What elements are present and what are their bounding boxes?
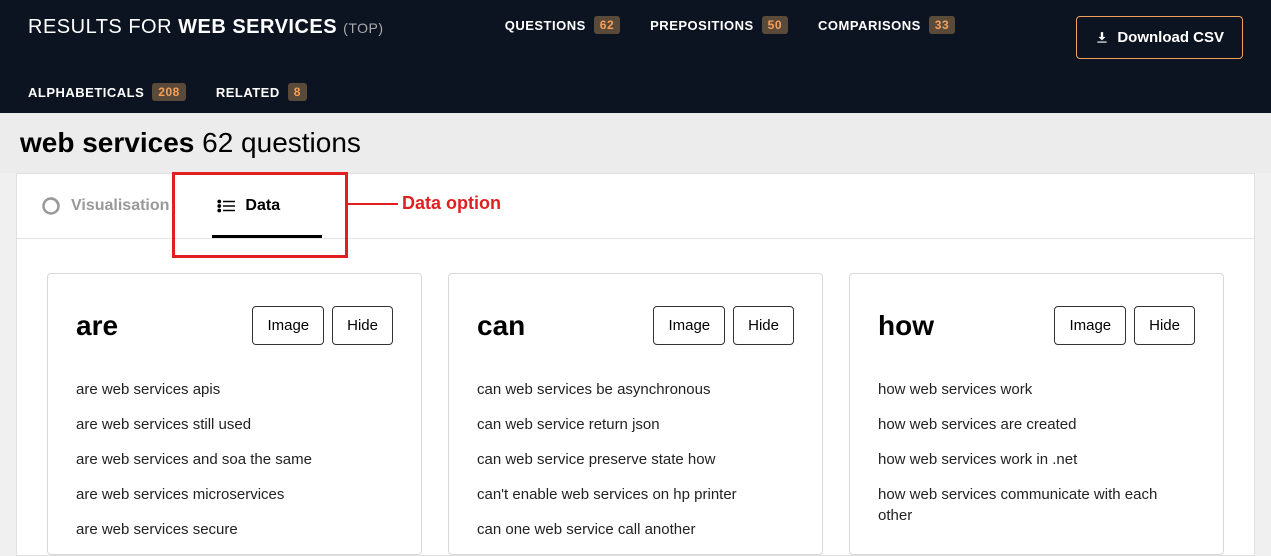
annotation-line	[348, 203, 398, 205]
list-item[interactable]: can one web service call another	[477, 519, 794, 540]
nav-tab-related[interactable]: RELATED 8	[216, 83, 307, 101]
download-csv-button[interactable]: Download CSV	[1076, 16, 1243, 59]
hide-button[interactable]: Hide	[1134, 306, 1195, 345]
card-title: how	[878, 310, 934, 342]
badge-comparisons: 33	[929, 16, 955, 34]
card-are: are Image Hide are web services apis are…	[47, 273, 422, 555]
badge-alphabeticals: 208	[152, 83, 186, 101]
cards-container: are Image Hide are web services apis are…	[17, 239, 1254, 555]
card-can: can Image Hide can web services be async…	[448, 273, 823, 555]
annotation-label: Data option	[402, 193, 501, 214]
nav-tab-questions[interactable]: QUESTIONS 62	[505, 16, 620, 34]
view-tabs: Visualisation Data	[17, 174, 1254, 239]
nav-tab-prepositions[interactable]: PREPOSITIONS 50	[650, 16, 788, 34]
list-icon	[217, 199, 235, 213]
header-bar: RESULTS FOR WEB SERVICES (TOP) QUESTIONS…	[0, 0, 1271, 113]
results-title: RESULTS FOR WEB SERVICES (TOP)	[28, 16, 384, 39]
badge-related: 8	[288, 83, 307, 101]
list-item[interactable]: can't enable web services on hp printer	[477, 484, 794, 505]
list-item[interactable]: how web services work in .net	[878, 449, 1195, 470]
visualisation-icon	[41, 196, 61, 216]
hide-button[interactable]: Hide	[733, 306, 794, 345]
list-item[interactable]: are web services microservices	[76, 484, 393, 505]
list-item[interactable]: can web service return json	[477, 414, 794, 435]
tab-data[interactable]: Data	[193, 174, 304, 238]
list-item[interactable]: can web service preserve state how	[477, 449, 794, 470]
list-item[interactable]: can web services be asynchronous	[477, 379, 794, 400]
badge-questions: 62	[594, 16, 620, 34]
list-item[interactable]: are web services secure	[76, 519, 393, 540]
list-item[interactable]: how web services communicate with each o…	[878, 484, 1195, 526]
list-item[interactable]: are web services still used	[76, 414, 393, 435]
nav-tabs-row1: QUESTIONS 62 PREPOSITIONS 50 COMPARISONS…	[505, 16, 955, 34]
badge-prepositions: 50	[762, 16, 788, 34]
image-button[interactable]: Image	[653, 306, 725, 345]
tab-visualisation[interactable]: Visualisation	[17, 174, 193, 238]
content-panel: Visualisation Data are Image Hide are we…	[16, 173, 1255, 556]
list-item[interactable]: are web services and soa the same	[76, 449, 393, 470]
list-item[interactable]: how web services are created	[878, 414, 1195, 435]
image-button[interactable]: Image	[252, 306, 324, 345]
nav-tab-alphabeticals[interactable]: ALPHABETICALS 208	[28, 83, 186, 101]
page-subheader: web services 62 questions	[0, 113, 1271, 173]
list-item[interactable]: how web services work	[878, 379, 1195, 400]
card-title: can	[477, 310, 525, 342]
card-how: how Image Hide how web services work how…	[849, 273, 1224, 555]
image-button[interactable]: Image	[1054, 306, 1126, 345]
download-icon	[1095, 31, 1109, 45]
list-item[interactable]: are web services apis	[76, 379, 393, 400]
card-title: are	[76, 310, 118, 342]
nav-tabs-row2: ALPHABETICALS 208 RELATED 8	[28, 83, 1243, 101]
hide-button[interactable]: Hide	[332, 306, 393, 345]
nav-tab-comparisons[interactable]: COMPARISONS 33	[818, 16, 955, 34]
